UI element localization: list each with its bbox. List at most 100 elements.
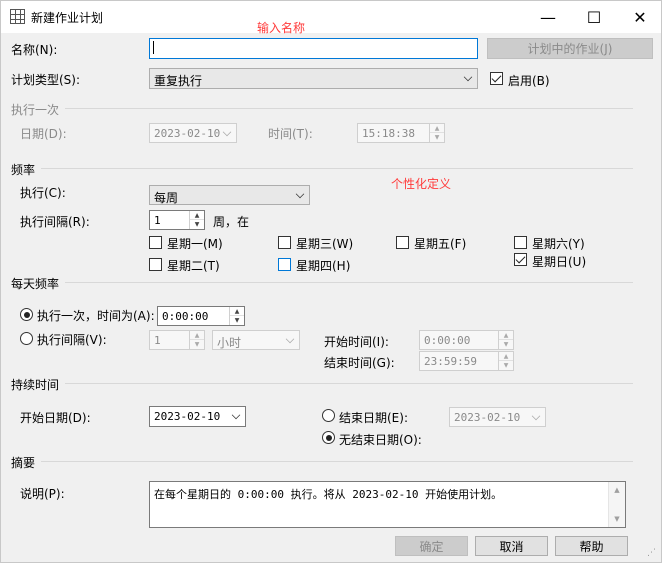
thursday-checkbox[interactable] — [278, 258, 291, 271]
thursday-label: 星期四(H) — [296, 259, 351, 273]
end-date-radio[interactable] — [322, 409, 335, 422]
schedule-type-value: 重复执行 — [154, 74, 203, 88]
schedule-table-icon — [10, 9, 25, 24]
jobs-in-schedule-button[interactable]: 计划中的作业(J) — [487, 38, 653, 59]
occurs-every-input[interactable]: 1 ▲ ▼ — [149, 330, 205, 350]
frequency-separator — [41, 168, 633, 169]
recurs-suffix: 周，在 — [213, 215, 250, 229]
scroll-down-icon[interactable]: ▼ — [609, 513, 625, 525]
one-time-date-label: 日期(D): — [20, 127, 67, 141]
tuesday-checkbox[interactable] — [149, 258, 162, 271]
start-date-picker[interactable]: 2023-02-10 — [149, 406, 246, 427]
monday-label: 星期一(M) — [167, 237, 223, 251]
one-time-date-picker[interactable]: 2023-02-10 — [149, 123, 237, 143]
start-date-label: 开始日期(D): — [20, 411, 91, 425]
one-time-time-value: 15:18:38 — [362, 127, 415, 140]
tuesday-label: 星期二(T) — [167, 259, 220, 273]
occurs-once-time-spinner[interactable]: ▲ ▼ — [229, 307, 244, 325]
occurs-every-unit-select[interactable]: 小时 — [212, 330, 300, 350]
chevron-down-icon — [285, 334, 295, 344]
one-time-time-input[interactable]: 15:18:38 ▲ ▼ — [357, 123, 445, 143]
occurs-once-radio[interactable] — [20, 308, 33, 321]
recurs-value: 1 — [154, 214, 161, 227]
sunday-checkbox[interactable] — [514, 253, 527, 266]
saturday-label: 星期六(Y) — [532, 237, 585, 251]
summary-section-title: 摘要 — [11, 456, 36, 470]
cancel-button[interactable]: 取消 — [475, 536, 548, 556]
description-label: 说明(P): — [20, 487, 65, 501]
occurs-once-label: 执行一次，时间为(A): — [37, 309, 155, 323]
daily-frequency-separator — [65, 282, 633, 283]
duration-section-title: 持续时间 — [11, 378, 60, 392]
spin-up-icon[interactable]: ▲ — [190, 211, 204, 220]
start-time-spinner[interactable]: ▲ ▼ — [498, 331, 513, 349]
occurs-every-spinner[interactable]: ▲ ▼ — [189, 331, 204, 349]
scroll-up-icon[interactable]: ▲ — [609, 484, 625, 496]
occurs-once-time-value: 0:00:00 — [162, 310, 209, 323]
window-title: 新建作业计划 — [31, 11, 104, 25]
monday-checkbox[interactable] — [149, 236, 162, 249]
no-end-date-label: 无结束日期(O): — [339, 433, 422, 447]
one-time-time-label: 时间(T): — [268, 127, 313, 141]
spin-down-icon[interactable]: ▼ — [499, 361, 513, 370]
friday-checkbox[interactable] — [396, 236, 409, 249]
spin-down-icon[interactable]: ▼ — [190, 340, 204, 349]
ok-button[interactable]: 确定 — [395, 536, 468, 556]
friday-label: 星期五(F) — [414, 237, 467, 251]
spin-down-icon[interactable]: ▼ — [230, 316, 244, 325]
enabled-checkbox[interactable] — [490, 72, 503, 85]
saturday-checkbox[interactable] — [514, 236, 527, 249]
one-time-time-spinner[interactable]: ▲ ▼ — [429, 124, 444, 142]
occurs-every-unit-value: 小时 — [217, 336, 242, 350]
resize-grip-icon[interactable]: ⋰ — [647, 549, 656, 558]
chevron-down-icon — [222, 127, 232, 137]
daily-frequency-section-title: 每天频率 — [11, 277, 60, 291]
enabled-label: 启用(B) — [508, 74, 550, 88]
chevron-down-icon — [463, 72, 473, 82]
name-label: 名称(N): — [11, 43, 58, 57]
spin-up-icon[interactable]: ▲ — [230, 307, 244, 316]
wednesday-checkbox[interactable] — [278, 236, 291, 249]
schedule-type-select[interactable]: 重复执行 — [149, 68, 478, 89]
start-date-value: 2023-02-10 — [154, 410, 221, 423]
occurs-every-radio[interactable] — [20, 332, 33, 345]
help-button[interactable]: 帮助 — [555, 536, 628, 556]
text-caret — [153, 41, 154, 54]
schedule-dialog: 新建作业计划 — ☐ ✕ 输入名称 个性化定义 名称(N): 计划中的作业(J)… — [0, 0, 662, 563]
spin-up-icon[interactable]: ▲ — [499, 331, 513, 340]
recurs-input[interactable]: 1 ▲ ▼ — [149, 210, 205, 230]
minimize-button[interactable]: — — [525, 1, 571, 33]
occurs-label: 执行(C): — [20, 186, 66, 200]
maximize-button[interactable]: ☐ — [571, 1, 617, 33]
spin-up-icon[interactable]: ▲ — [499, 352, 513, 361]
description-text: 在每个星期日的 0:00:00 执行。将从 2023-02-10 开始使用计划。 — [154, 488, 503, 501]
description-scrollbar[interactable]: ▲ ▼ — [608, 482, 625, 527]
start-time-label: 开始时间(I): — [324, 335, 389, 349]
occurs-select[interactable]: 每周 — [149, 185, 310, 205]
occurs-once-time-input[interactable]: 0:00:00 ▲ ▼ — [157, 306, 245, 326]
description-textarea[interactable]: 在每个星期日的 0:00:00 执行。将从 2023-02-10 开始使用计划。… — [149, 481, 626, 528]
one-time-separator — [65, 108, 633, 109]
recurs-spinner[interactable]: ▲ ▼ — [189, 211, 204, 229]
occurs-every-label: 执行间隔(V): — [37, 333, 107, 347]
name-input[interactable] — [149, 38, 478, 59]
end-date-picker[interactable]: 2023-02-10 — [449, 407, 546, 427]
end-date-value: 2023-02-10 — [454, 411, 521, 424]
one-time-date-value: 2023-02-10 — [154, 127, 221, 140]
start-time-input[interactable]: 0:00:00 ▲ ▼ — [419, 330, 514, 350]
duration-separator — [65, 383, 633, 384]
end-time-spinner[interactable]: ▲ ▼ — [498, 352, 513, 370]
no-end-date-radio[interactable] — [322, 431, 335, 444]
one-time-section-title: 执行一次 — [11, 103, 60, 117]
recurs-label: 执行间隔(R): — [20, 215, 90, 229]
spin-up-icon[interactable]: ▲ — [430, 124, 444, 133]
spin-down-icon[interactable]: ▼ — [430, 133, 444, 142]
schedule-type-label: 计划类型(S): — [11, 73, 81, 87]
summary-separator — [41, 461, 633, 462]
spin-down-icon[interactable]: ▼ — [190, 220, 204, 229]
spin-down-icon[interactable]: ▼ — [499, 340, 513, 349]
end-time-label: 结束时间(G): — [324, 356, 395, 370]
spin-up-icon[interactable]: ▲ — [190, 331, 204, 340]
close-button[interactable]: ✕ — [617, 1, 662, 33]
end-time-input[interactable]: 23:59:59 ▲ ▼ — [419, 351, 514, 371]
